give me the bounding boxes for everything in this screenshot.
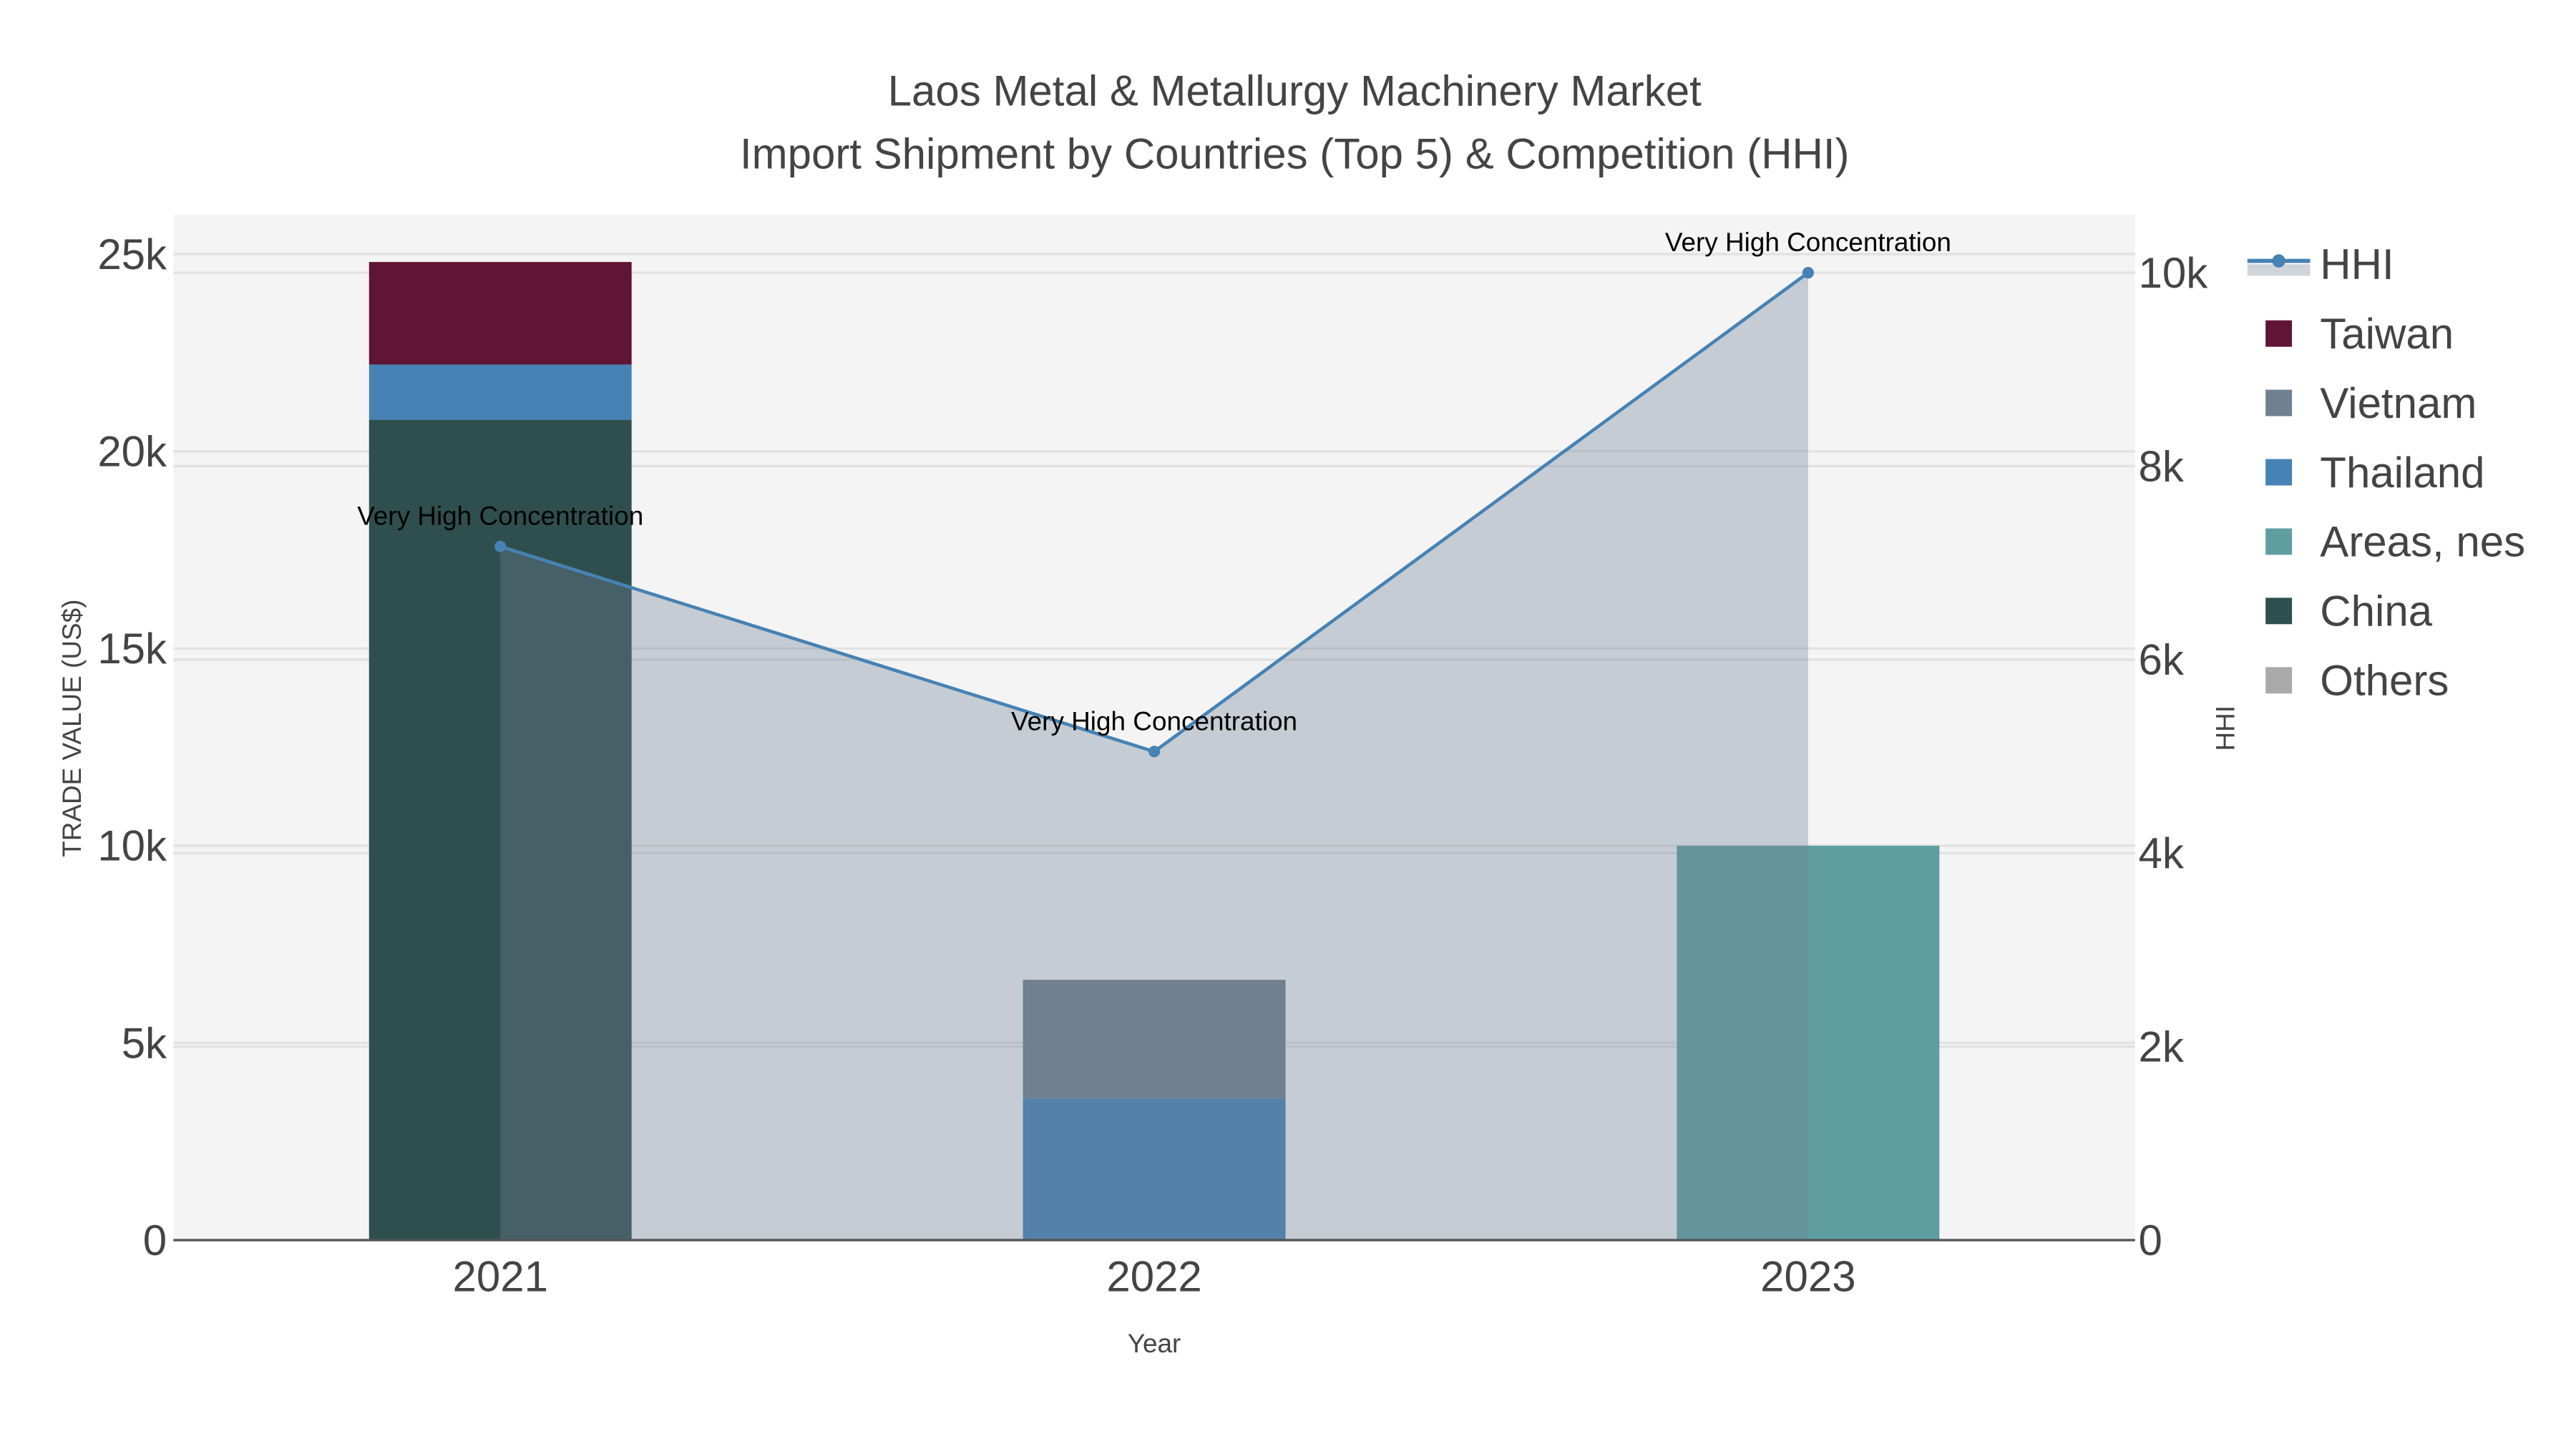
bar-thailand-2021 bbox=[369, 364, 632, 420]
legend-label-taiwan: Taiwan bbox=[2320, 310, 2454, 358]
y2-tick-label: 0 bbox=[2138, 1216, 2162, 1264]
hhi-annotation-2021: Very High Concentration bbox=[357, 502, 643, 531]
legend-hhi-marker bbox=[2272, 254, 2285, 268]
chart: Very High Concentration Very High Concent… bbox=[57, 67, 2525, 1358]
legend-label-hhi: HHI bbox=[2320, 240, 2394, 288]
y-tick-label: 10k bbox=[97, 822, 167, 870]
legend-label-china: China bbox=[2320, 587, 2432, 635]
y-tick-label: 0 bbox=[143, 1216, 167, 1264]
x-tick-label: 2023 bbox=[1760, 1253, 1855, 1301]
legend-swatch-china bbox=[2265, 597, 2293, 625]
legend-swatch-vietnam bbox=[2265, 389, 2293, 416]
hhi-point-2021 bbox=[494, 540, 507, 552]
legend-label-others: Others bbox=[2320, 657, 2449, 705]
y-tick-label: 5k bbox=[122, 1019, 167, 1067]
legend-label-areas-nes: Areas, nes bbox=[2320, 518, 2525, 566]
y2-tick-label: 2k bbox=[2138, 1023, 2184, 1070]
y2-axis-label: HHI bbox=[2210, 706, 2240, 751]
bar-taiwan-2021 bbox=[369, 262, 632, 365]
y-axis-label: TRADE VALUE (US$) bbox=[57, 600, 87, 857]
legend-swatch-taiwan bbox=[2265, 320, 2293, 347]
y2-tick-label: 4k bbox=[2138, 829, 2184, 877]
x-tick-label: 2022 bbox=[1106, 1253, 1201, 1301]
x-axis-label: Year bbox=[1128, 1329, 1181, 1358]
legend-swatch-thailand bbox=[2265, 459, 2293, 486]
chart-title-line2: Import Shipment by Countries (Top 5) & C… bbox=[740, 130, 1850, 177]
y-tick-label: 20k bbox=[97, 427, 167, 475]
y2-tick-label: 6k bbox=[2138, 636, 2184, 684]
legend: HHI Taiwan Vietnam Thailand Areas, nes China O… bbox=[2247, 240, 2525, 705]
y-tick-label: 25k bbox=[97, 230, 167, 278]
chart-title-line1: Laos Metal & Metallurgy Machinery Market bbox=[888, 67, 1702, 115]
hhi-point-2023 bbox=[1802, 267, 1814, 279]
legend-swatch-others bbox=[2265, 667, 2293, 694]
y-tick-label: 15k bbox=[97, 625, 167, 673]
hhi-annotation-2022: Very High Concentration bbox=[1011, 706, 1297, 736]
hhi-annotation-2023: Very High Concentration bbox=[1665, 228, 1951, 257]
y2-tick-label: 10k bbox=[2138, 249, 2208, 297]
legend-swatch-areas-nes bbox=[2265, 528, 2293, 555]
x-tick-label: 2021 bbox=[452, 1253, 547, 1301]
legend-label-vietnam: Vietnam bbox=[2320, 379, 2477, 427]
y2-tick-label: 8k bbox=[2138, 442, 2184, 490]
legend-label-thailand: Thailand bbox=[2320, 449, 2484, 497]
hhi-point-2022 bbox=[1148, 746, 1161, 758]
